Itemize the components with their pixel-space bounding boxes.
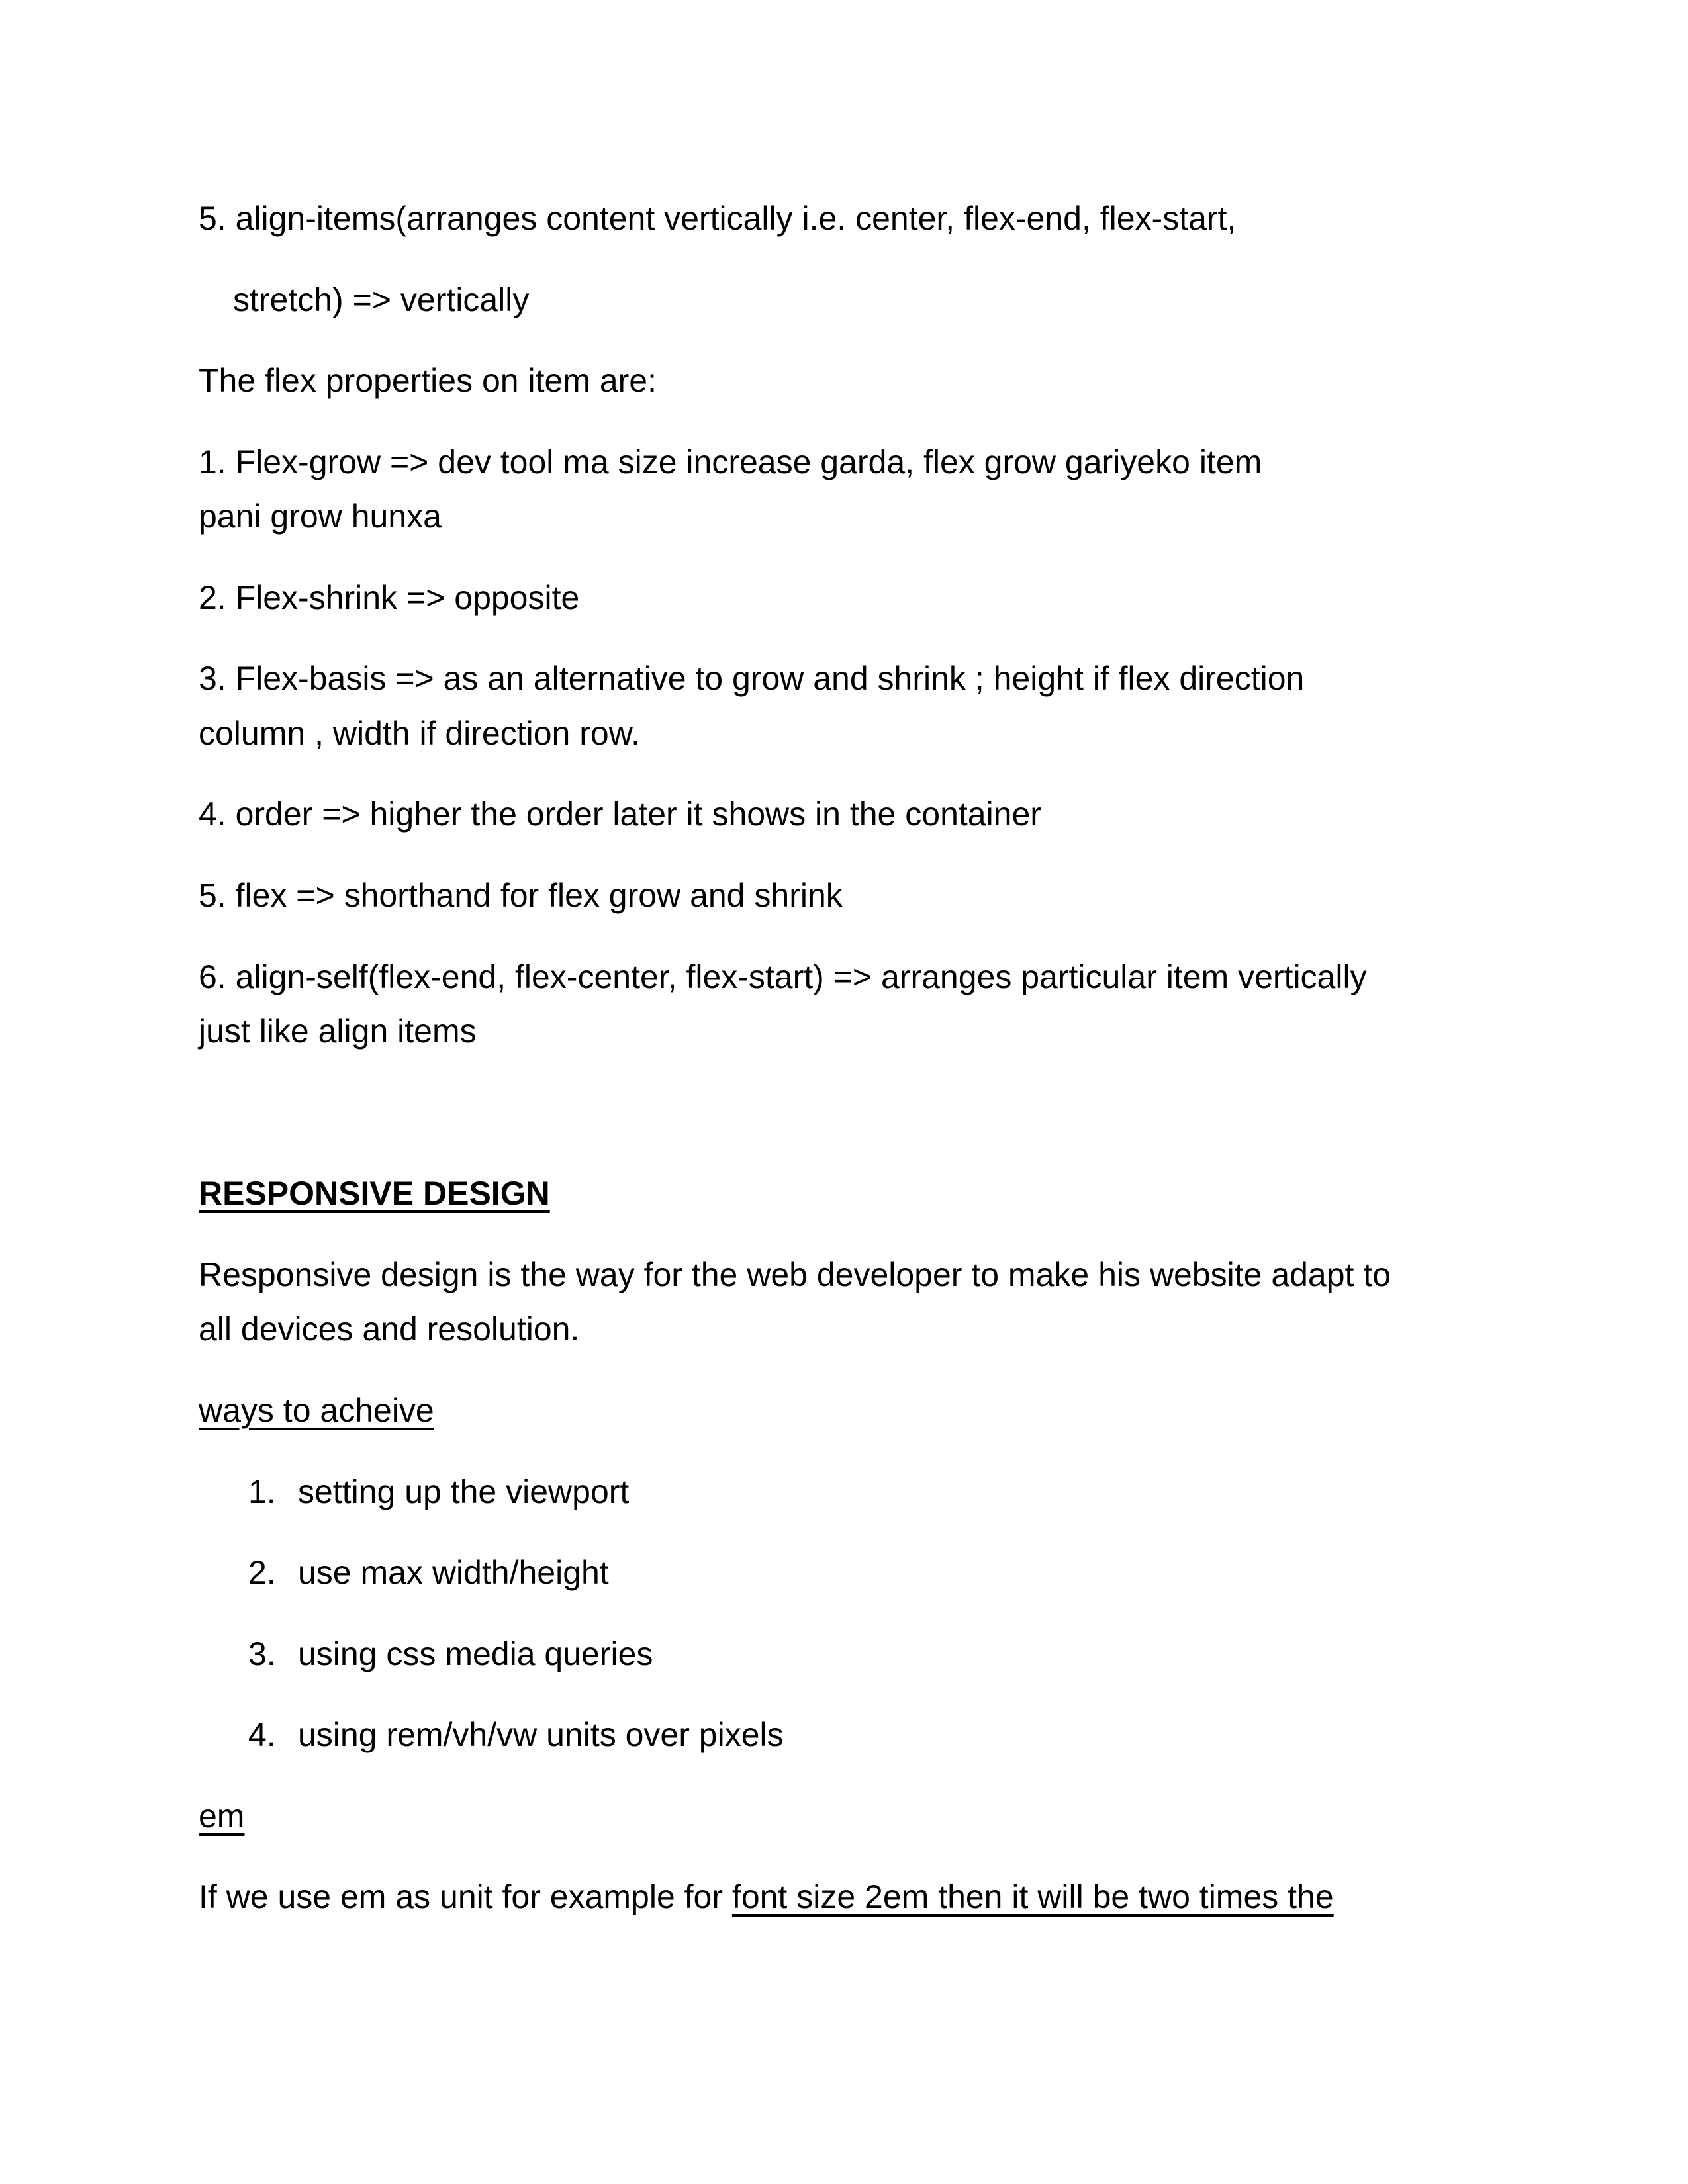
- ways-to-achieve-heading: ways to acheive: [199, 1392, 434, 1429]
- responsive-desc-line-1: Responsive design is the way for the web…: [199, 1256, 1391, 1293]
- ways-list-item: 2. use max width/height: [248, 1556, 609, 1589]
- flex-container-item-5-line-2: stretch) => vertically: [233, 281, 530, 318]
- flex-item-intro: The flex properties on item are:: [199, 362, 657, 399]
- flex-container-item-5-line-1: 5. align-items(arranges content vertical…: [199, 200, 1237, 237]
- document-page: 5. align-items(arranges content vertical…: [0, 0, 1688, 2184]
- em-heading: em: [199, 1797, 245, 1835]
- responsive-design-heading: RESPONSIVE DESIGN: [199, 1175, 550, 1212]
- ways-list-item: 1. setting up the viewport: [248, 1475, 629, 1508]
- flex-item-1-line-1: 1. Flex-grow => dev tool ma size increas…: [199, 443, 1262, 480]
- list-text: use max width/height: [298, 1554, 609, 1591]
- list-number: 3.: [248, 1635, 276, 1672]
- em-text-plain: If we use em as unit for example for: [199, 1878, 732, 1915]
- flex-item-6-line-1: 6. align-self(flex-end, flex-center, fle…: [199, 958, 1367, 995]
- flex-item-1-line-2: pani grow hunxa: [199, 498, 442, 535]
- ways-list-item: 4. using rem/vh/vw units over pixels: [248, 1718, 784, 1751]
- em-text-underlined: font size 2em then it will be two times …: [731, 1878, 1334, 1915]
- flex-item-3-line-1: 3. Flex-basis => as an alternative to gr…: [199, 660, 1305, 697]
- list-text: setting up the viewport: [298, 1473, 630, 1510]
- em-paragraph-line-1: If we use em as unit for example for fon…: [199, 1880, 1334, 1913]
- flex-item-3-line-2: column , width if direction row.: [199, 715, 640, 752]
- list-number: 1.: [248, 1473, 276, 1510]
- flex-item-2: 2. Flex-shrink => opposite: [199, 579, 580, 616]
- list-text: using rem/vh/vw units over pixels: [298, 1716, 784, 1753]
- flex-item-5: 5. flex => shorthand for flex grow and s…: [199, 877, 843, 914]
- ways-list-item: 3. using css media queries: [248, 1637, 653, 1670]
- flex-item-4: 4. order => higher the order later it sh…: [199, 796, 1041, 833]
- flex-item-6-line-2: just like align items: [199, 1013, 477, 1050]
- list-text: using css media queries: [298, 1635, 653, 1672]
- list-number: 4.: [248, 1716, 276, 1753]
- responsive-desc-line-2: all devices and resolution.: [199, 1310, 580, 1347]
- list-number: 2.: [248, 1554, 276, 1591]
